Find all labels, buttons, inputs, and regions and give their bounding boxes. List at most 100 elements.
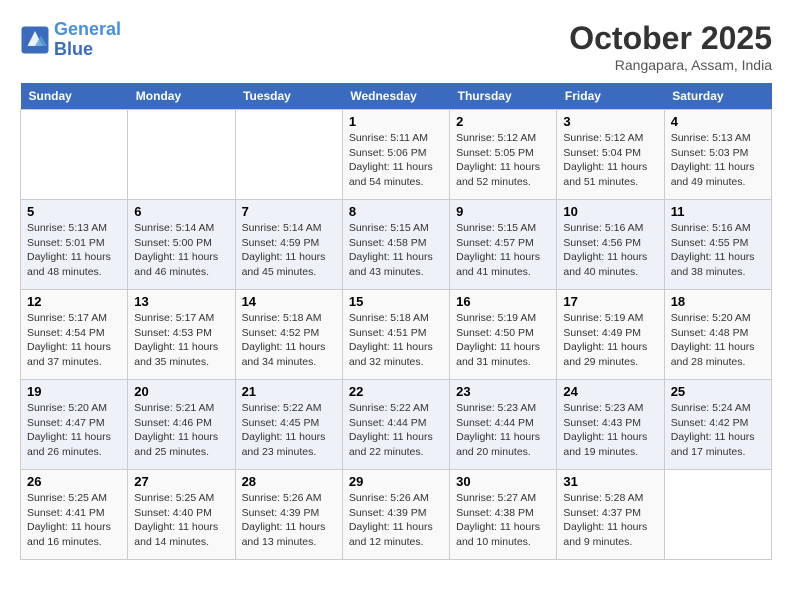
day-info: Sunrise: 5:25 AM Sunset: 4:41 PM Dayligh… [27,491,121,550]
day-info: Sunrise: 5:21 AM Sunset: 4:46 PM Dayligh… [134,401,228,460]
daylight-text: Daylight: 11 hours and 19 minutes. [563,431,647,458]
daylight-text: Daylight: 11 hours and 40 minutes. [563,251,647,278]
day-number: 8 [349,204,443,219]
daylight-text: Daylight: 11 hours and 32 minutes. [349,341,433,368]
sunset-text: Sunset: 4:39 PM [349,507,427,519]
sunrise-text: Sunrise: 5:13 AM [671,132,751,144]
title-block: October 2025 Rangapara, Assam, India [569,20,772,73]
daylight-text: Daylight: 11 hours and 54 minutes. [349,161,433,188]
daylight-text: Daylight: 11 hours and 25 minutes. [134,431,218,458]
sunset-text: Sunset: 4:51 PM [349,327,427,339]
day-info: Sunrise: 5:16 AM Sunset: 4:56 PM Dayligh… [563,221,657,280]
calendar-cell [21,110,128,200]
day-info: Sunrise: 5:17 AM Sunset: 4:53 PM Dayligh… [134,311,228,370]
day-info: Sunrise: 5:18 AM Sunset: 4:52 PM Dayligh… [242,311,336,370]
day-info: Sunrise: 5:22 AM Sunset: 4:44 PM Dayligh… [349,401,443,460]
daylight-text: Daylight: 11 hours and 41 minutes. [456,251,540,278]
day-info: Sunrise: 5:28 AM Sunset: 4:37 PM Dayligh… [563,491,657,550]
day-number: 10 [563,204,657,219]
sunset-text: Sunset: 4:39 PM [242,507,320,519]
weekday-header-tuesday: Tuesday [235,83,342,110]
day-number: 13 [134,294,228,309]
day-info: Sunrise: 5:23 AM Sunset: 4:43 PM Dayligh… [563,401,657,460]
sunset-text: Sunset: 5:06 PM [349,147,427,159]
sunrise-text: Sunrise: 5:28 AM [563,492,643,504]
day-number: 19 [27,384,121,399]
day-number: 22 [349,384,443,399]
day-number: 20 [134,384,228,399]
page-header: General Blue October 2025 Rangapara, Ass… [20,20,772,73]
sunrise-text: Sunrise: 5:22 AM [349,402,429,414]
daylight-text: Daylight: 11 hours and 35 minutes. [134,341,218,368]
sunset-text: Sunset: 4:50 PM [456,327,534,339]
week-row-5: 26 Sunrise: 5:25 AM Sunset: 4:41 PM Dayl… [21,470,772,560]
sunset-text: Sunset: 4:37 PM [563,507,641,519]
day-number: 2 [456,114,550,129]
calendar-cell: 12 Sunrise: 5:17 AM Sunset: 4:54 PM Dayl… [21,290,128,380]
sunrise-text: Sunrise: 5:18 AM [242,312,322,324]
sunrise-text: Sunrise: 5:13 AM [27,222,107,234]
calendar-cell [128,110,235,200]
calendar-cell: 14 Sunrise: 5:18 AM Sunset: 4:52 PM Dayl… [235,290,342,380]
day-info: Sunrise: 5:14 AM Sunset: 5:00 PM Dayligh… [134,221,228,280]
day-number: 28 [242,474,336,489]
daylight-text: Daylight: 11 hours and 9 minutes. [563,521,647,548]
sunrise-text: Sunrise: 5:12 AM [563,132,643,144]
daylight-text: Daylight: 11 hours and 28 minutes. [671,341,755,368]
calendar-cell: 19 Sunrise: 5:20 AM Sunset: 4:47 PM Dayl… [21,380,128,470]
sunrise-text: Sunrise: 5:21 AM [134,402,214,414]
calendar-cell: 26 Sunrise: 5:25 AM Sunset: 4:41 PM Dayl… [21,470,128,560]
sunrise-text: Sunrise: 5:26 AM [349,492,429,504]
day-number: 29 [349,474,443,489]
daylight-text: Daylight: 11 hours and 14 minutes. [134,521,218,548]
sunrise-text: Sunrise: 5:18 AM [349,312,429,324]
day-number: 9 [456,204,550,219]
weekday-header-wednesday: Wednesday [342,83,449,110]
sunset-text: Sunset: 4:44 PM [349,417,427,429]
daylight-text: Daylight: 11 hours and 48 minutes. [27,251,111,278]
sunrise-text: Sunrise: 5:24 AM [671,402,751,414]
day-info: Sunrise: 5:13 AM Sunset: 5:03 PM Dayligh… [671,131,765,190]
sunrise-text: Sunrise: 5:16 AM [563,222,643,234]
weekday-header-sunday: Sunday [21,83,128,110]
location: Rangapara, Assam, India [569,57,772,73]
weekday-header-thursday: Thursday [450,83,557,110]
calendar-cell: 10 Sunrise: 5:16 AM Sunset: 4:56 PM Dayl… [557,200,664,290]
sunset-text: Sunset: 4:56 PM [563,237,641,249]
calendar-cell: 21 Sunrise: 5:22 AM Sunset: 4:45 PM Dayl… [235,380,342,470]
calendar-cell: 20 Sunrise: 5:21 AM Sunset: 4:46 PM Dayl… [128,380,235,470]
sunset-text: Sunset: 4:45 PM [242,417,320,429]
sunrise-text: Sunrise: 5:16 AM [671,222,751,234]
month-title: October 2025 [569,20,772,57]
calendar-cell: 22 Sunrise: 5:22 AM Sunset: 4:44 PM Dayl… [342,380,449,470]
daylight-text: Daylight: 11 hours and 20 minutes. [456,431,540,458]
day-info: Sunrise: 5:18 AM Sunset: 4:51 PM Dayligh… [349,311,443,370]
day-number: 25 [671,384,765,399]
sunset-text: Sunset: 4:57 PM [456,237,534,249]
day-number: 17 [563,294,657,309]
sunrise-text: Sunrise: 5:14 AM [134,222,214,234]
day-info: Sunrise: 5:15 AM Sunset: 4:58 PM Dayligh… [349,221,443,280]
day-info: Sunrise: 5:11 AM Sunset: 5:06 PM Dayligh… [349,131,443,190]
calendar-cell: 17 Sunrise: 5:19 AM Sunset: 4:49 PM Dayl… [557,290,664,380]
day-number: 12 [27,294,121,309]
sunset-text: Sunset: 4:58 PM [349,237,427,249]
sunset-text: Sunset: 4:41 PM [27,507,105,519]
daylight-text: Daylight: 11 hours and 43 minutes. [349,251,433,278]
day-info: Sunrise: 5:14 AM Sunset: 4:59 PM Dayligh… [242,221,336,280]
sunrise-text: Sunrise: 5:17 AM [134,312,214,324]
daylight-text: Daylight: 11 hours and 10 minutes. [456,521,540,548]
day-info: Sunrise: 5:25 AM Sunset: 4:40 PM Dayligh… [134,491,228,550]
day-number: 7 [242,204,336,219]
calendar-table: SundayMondayTuesdayWednesdayThursdayFrid… [20,83,772,560]
sunrise-text: Sunrise: 5:25 AM [27,492,107,504]
daylight-text: Daylight: 11 hours and 38 minutes. [671,251,755,278]
day-info: Sunrise: 5:26 AM Sunset: 4:39 PM Dayligh… [349,491,443,550]
day-info: Sunrise: 5:20 AM Sunset: 4:47 PM Dayligh… [27,401,121,460]
daylight-text: Daylight: 11 hours and 51 minutes. [563,161,647,188]
week-row-3: 12 Sunrise: 5:17 AM Sunset: 4:54 PM Dayl… [21,290,772,380]
calendar-cell: 24 Sunrise: 5:23 AM Sunset: 4:43 PM Dayl… [557,380,664,470]
day-number: 31 [563,474,657,489]
calendar-cell: 9 Sunrise: 5:15 AM Sunset: 4:57 PM Dayli… [450,200,557,290]
sunrise-text: Sunrise: 5:23 AM [563,402,643,414]
